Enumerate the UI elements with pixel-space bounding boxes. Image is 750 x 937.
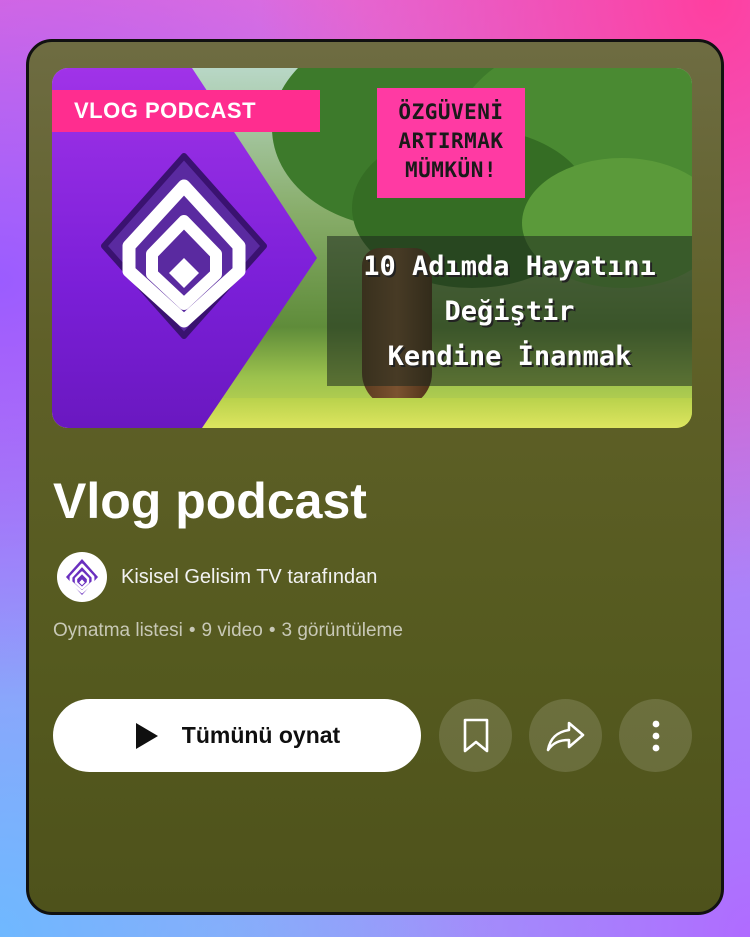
- video-count: 9 video: [201, 620, 263, 641]
- avatar[interactable]: [57, 552, 107, 602]
- share-button[interactable]: [529, 699, 602, 772]
- play-icon: [134, 721, 160, 751]
- thumbnail-pink-label: ÖZGÜVENİ ARTIRMAK MÜMKÜN!: [377, 88, 525, 198]
- channel-avatar-icon: [66, 559, 98, 595]
- play-all-label: Tümünü oynat: [181, 722, 341, 748]
- playlist-title: Vlog podcast: [53, 473, 367, 529]
- play-all-button[interactable]: Tümünü oynat: [53, 699, 421, 772]
- channel-logo-icon: [101, 153, 267, 339]
- thumbnail-badge: VLOG PODCAST: [52, 90, 320, 132]
- save-button[interactable]: [439, 699, 512, 772]
- share-icon: [546, 721, 584, 751]
- more-button[interactable]: [619, 699, 692, 772]
- playlist-thumbnail[interactable]: VLOG PODCAST ÖZGÜVENİ ARTIRMAK MÜMKÜN! 1…: [52, 68, 692, 428]
- bookmark-icon: [463, 718, 488, 752]
- channel-link[interactable]: Kisisel Gelisim TV tarafından: [57, 552, 377, 602]
- playlist-card: VLOG PODCAST ÖZGÜVENİ ARTIRMAK MÜMKÜN! 1…: [26, 39, 724, 915]
- view-count: 3 görüntüleme: [281, 620, 403, 641]
- playlist-meta: Oynatma listesi • 9 video • 3 görüntüleme: [53, 620, 403, 641]
- playlist-type: Oynatma listesi: [53, 620, 183, 641]
- more-vertical-icon: [652, 720, 659, 751]
- thumbnail-headline: 10 Adımda Hayatını Değiştir Kendine İnan…: [363, 251, 656, 372]
- channel-name[interactable]: Kisisel Gelisim TV tarafından: [121, 566, 377, 589]
